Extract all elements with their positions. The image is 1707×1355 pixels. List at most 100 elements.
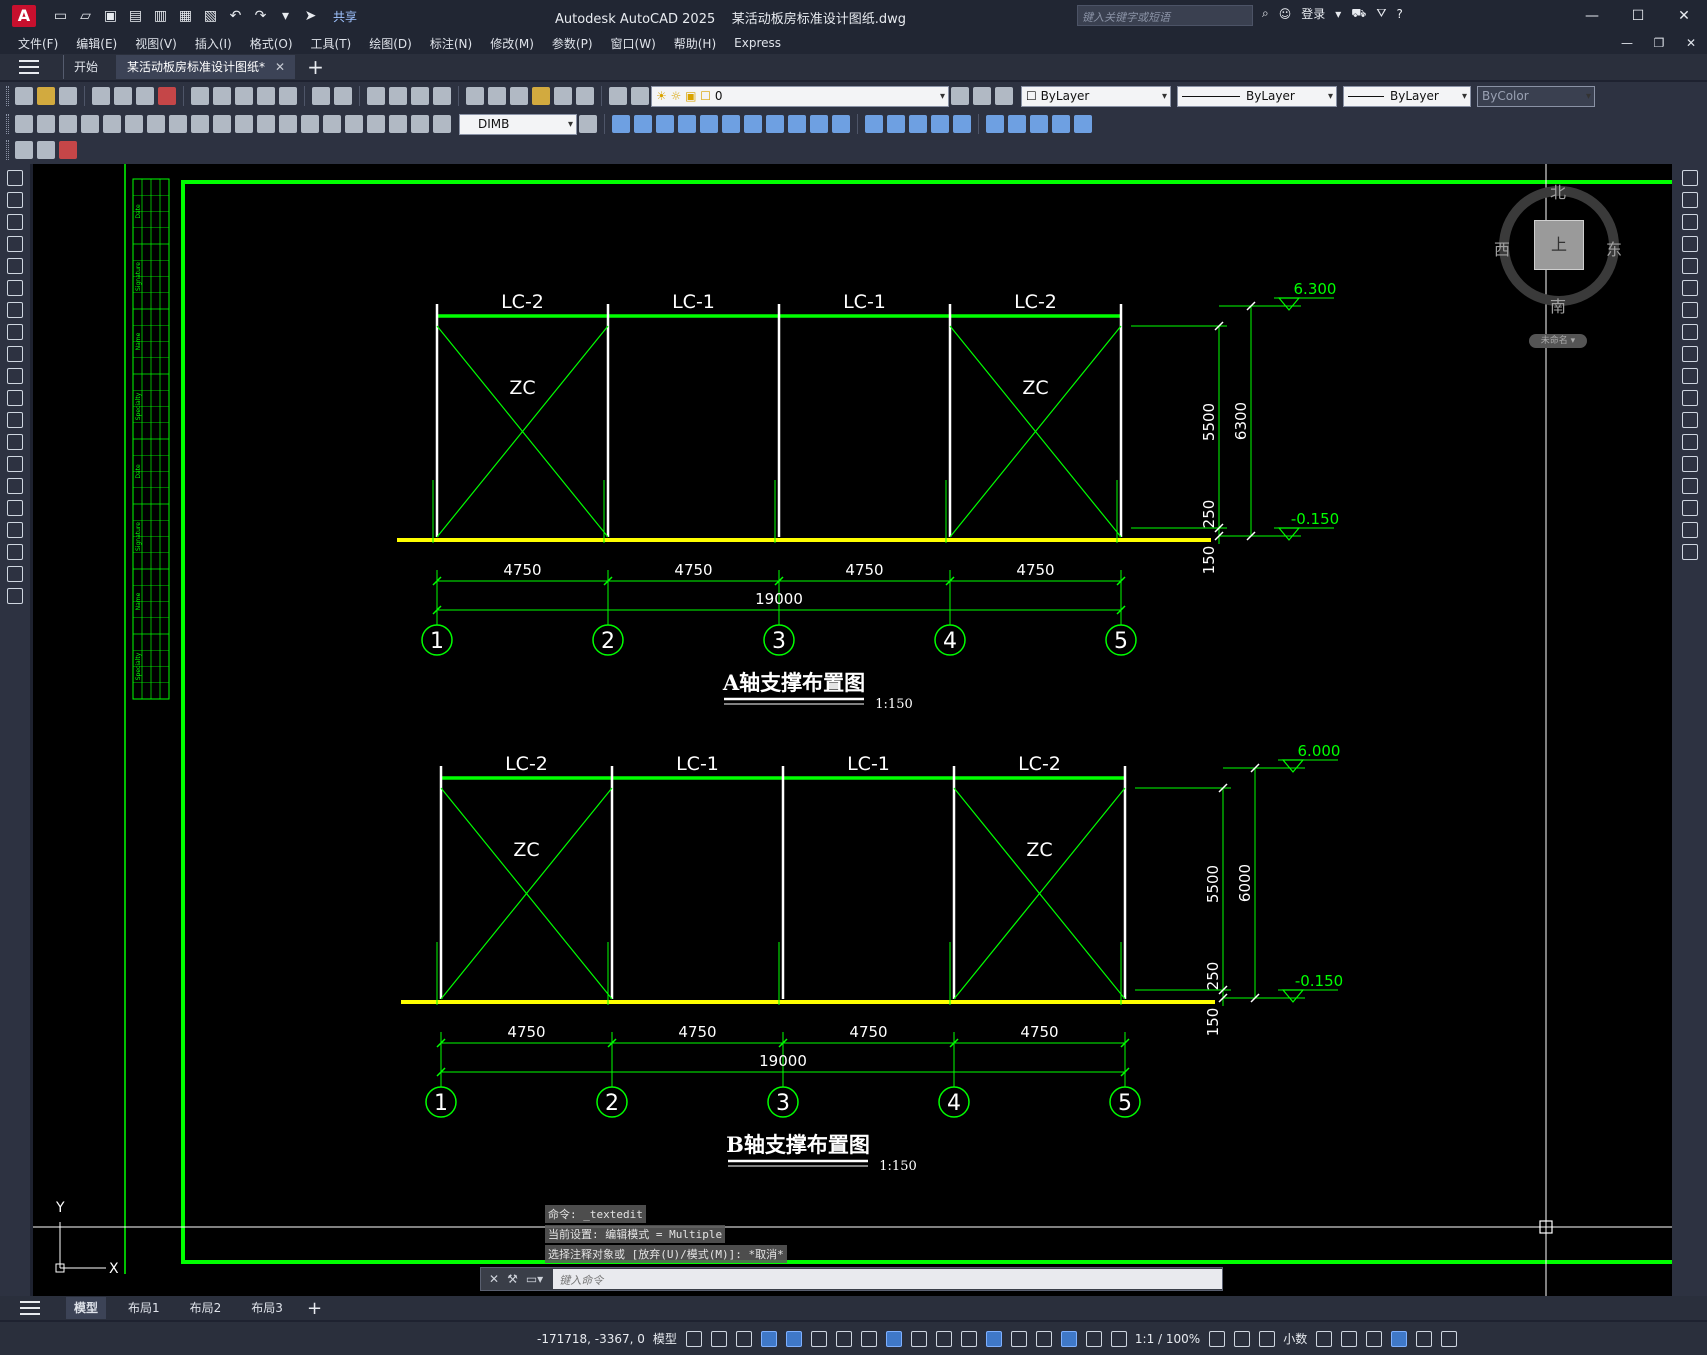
viewcube[interactable]: 上 北 南 西 东 未命名 ▾ — [1483, 164, 1663, 348]
save-icon[interactable] — [59, 87, 77, 105]
mtext-icon[interactable] — [7, 566, 23, 582]
explode-icon[interactable] — [953, 115, 971, 133]
rectangle-icon[interactable] — [7, 258, 23, 274]
user-icon[interactable]: ☺ — [1279, 7, 1292, 21]
isolate-objects-icon[interactable] — [1366, 1330, 1383, 1347]
extend-icon[interactable] — [1682, 390, 1698, 406]
quick-dim-icon[interactable] — [191, 115, 209, 133]
line-icon[interactable] — [7, 170, 23, 186]
annotation-scale-icon[interactable] — [1110, 1330, 1127, 1347]
help-search-input[interactable]: 键入关键字或短语 — [1077, 5, 1253, 26]
break-at-point-icon[interactable] — [1682, 412, 1698, 428]
dim-update-icon[interactable] — [433, 115, 451, 133]
dim-angular-icon[interactable] — [169, 115, 187, 133]
array-icon[interactable] — [700, 115, 718, 133]
plot-icon[interactable] — [92, 87, 110, 105]
quickcalc-icon[interactable] — [576, 87, 594, 105]
erase-icon[interactable] — [1682, 170, 1698, 186]
object-snap-tracking-icon[interactable] — [860, 1330, 877, 1347]
toolbar-grip[interactable] — [6, 114, 9, 134]
hatch-icon[interactable] — [7, 478, 23, 494]
selection-cycling-icon[interactable] — [960, 1330, 977, 1347]
create-block-icon[interactable] — [7, 434, 23, 450]
polar-tracking-icon[interactable] — [810, 1330, 827, 1347]
trim-icon[interactable] — [1682, 368, 1698, 384]
login-button[interactable]: 登录 — [1301, 5, 1325, 22]
snap-icon[interactable] — [710, 1330, 727, 1347]
inspection-icon[interactable] — [345, 115, 363, 133]
cursor-coordinates[interactable]: -171718, -3367, 0 — [537, 1332, 645, 1346]
tab-layout2[interactable]: 布局2 — [182, 1297, 230, 1319]
fillet-icon[interactable] — [1682, 500, 1698, 516]
dim-space-icon[interactable] — [257, 115, 275, 133]
tab-layout1[interactable]: 布局1 — [120, 1297, 168, 1319]
annotation-monitor-icon[interactable] — [1234, 1330, 1251, 1347]
plot-icon[interactable]: ▧ — [202, 8, 219, 25]
dim-jogged-icon[interactable] — [125, 115, 143, 133]
blend-curves-icon[interactable] — [1682, 522, 1698, 538]
annotation-scale-dropdown[interactable]: 1:1 / 100% — [1135, 1332, 1200, 1346]
doc-restore-button[interactable]: ❐ — [1643, 32, 1675, 54]
ellipse-icon[interactable] — [7, 368, 23, 384]
doc-close-button[interactable]: ✕ — [1675, 32, 1707, 54]
cut-icon[interactable] — [191, 87, 209, 105]
rotate-icon[interactable] — [1682, 302, 1698, 318]
dim-arc-icon[interactable] — [59, 115, 77, 133]
tab-active-drawing[interactable]: 某活动板房标准设计图纸* ✕ — [116, 55, 296, 79]
menu-express[interactable]: Express — [734, 36, 781, 50]
layer-dropdown[interactable]: ☀ ☼ ▣ ☐ 0 ▾ — [651, 85, 949, 107]
lineweight-dropdown[interactable]: ByLayer ▾ — [1343, 85, 1471, 107]
units-dropdown[interactable]: 小数 — [1283, 1330, 1307, 1347]
publish-icon[interactable] — [136, 87, 154, 105]
login-dropdown-icon[interactable]: ▾ — [1335, 7, 1341, 21]
external-reference-icon[interactable] — [59, 141, 77, 159]
explode-icon[interactable] — [1682, 544, 1698, 560]
model-space-toggle[interactable]: 模型 — [653, 1330, 677, 1347]
clean-screen-icon[interactable] — [1416, 1330, 1433, 1347]
undo-icon[interactable] — [312, 87, 330, 105]
viewcube-south[interactable]: 南 — [1550, 293, 1566, 317]
qnew-icon[interactable] — [15, 87, 33, 105]
menu-insert[interactable]: 插入(I) — [195, 35, 232, 52]
mirror-icon[interactable] — [656, 115, 674, 133]
menu-window[interactable]: 窗口(W) — [611, 35, 656, 52]
layout-menu-icon[interactable] — [20, 1301, 40, 1315]
customize-dropdown-icon[interactable]: ▾ — [277, 8, 294, 25]
pan-icon[interactable] — [367, 87, 385, 105]
redo-icon[interactable]: ↷ — [252, 8, 269, 25]
stretch-icon[interactable] — [1682, 346, 1698, 362]
dim-text-edit-icon[interactable] — [411, 115, 429, 133]
scale-icon[interactable] — [1682, 324, 1698, 340]
match-properties-icon[interactable] — [257, 87, 275, 105]
join-icon[interactable] — [887, 115, 905, 133]
open-icon[interactable] — [37, 87, 55, 105]
construction-line-icon[interactable] — [7, 192, 23, 208]
edit-attribute-icon[interactable] — [1074, 115, 1092, 133]
revcloud-icon[interactable] — [7, 324, 23, 340]
menu-edit[interactable]: 编辑(E) — [76, 35, 117, 52]
ellipse-arc-icon[interactable] — [7, 390, 23, 406]
save-web-icon[interactable]: ▦ — [177, 8, 194, 25]
dimstyle-dropdown[interactable]: DIMB ▾ — [459, 113, 577, 135]
scale-icon[interactable] — [766, 115, 784, 133]
drawing-canvas[interactable]: Date Signature Name Specialty Date Signature N… — [33, 164, 1672, 1308]
paste-icon[interactable] — [235, 87, 253, 105]
edit-hatch-icon[interactable] — [1030, 115, 1048, 133]
infer-constraints-icon[interactable] — [735, 1330, 752, 1347]
3d-print-icon[interactable] — [158, 87, 176, 105]
spline-icon[interactable] — [7, 346, 23, 362]
viewcube-west[interactable]: 西 — [1494, 236, 1510, 260]
auto-scale-icon[interactable] — [1085, 1330, 1102, 1347]
new-tab-button[interactable]: + — [307, 55, 324, 79]
menu-parametric[interactable]: 参数(P) — [552, 35, 593, 52]
edit-polyline-icon[interactable] — [986, 115, 1004, 133]
region-icon[interactable] — [7, 522, 23, 538]
trim-icon[interactable] — [810, 115, 828, 133]
command-input[interactable]: 键入命令 — [553, 1269, 1222, 1289]
menu-view[interactable]: 视图(V) — [135, 35, 177, 52]
dim-edit-icon[interactable] — [389, 115, 407, 133]
circle-icon[interactable] — [7, 302, 23, 318]
save-as-icon[interactable]: ▤ — [127, 8, 144, 25]
design-center-icon[interactable] — [488, 87, 506, 105]
tolerance-icon[interactable] — [301, 115, 319, 133]
